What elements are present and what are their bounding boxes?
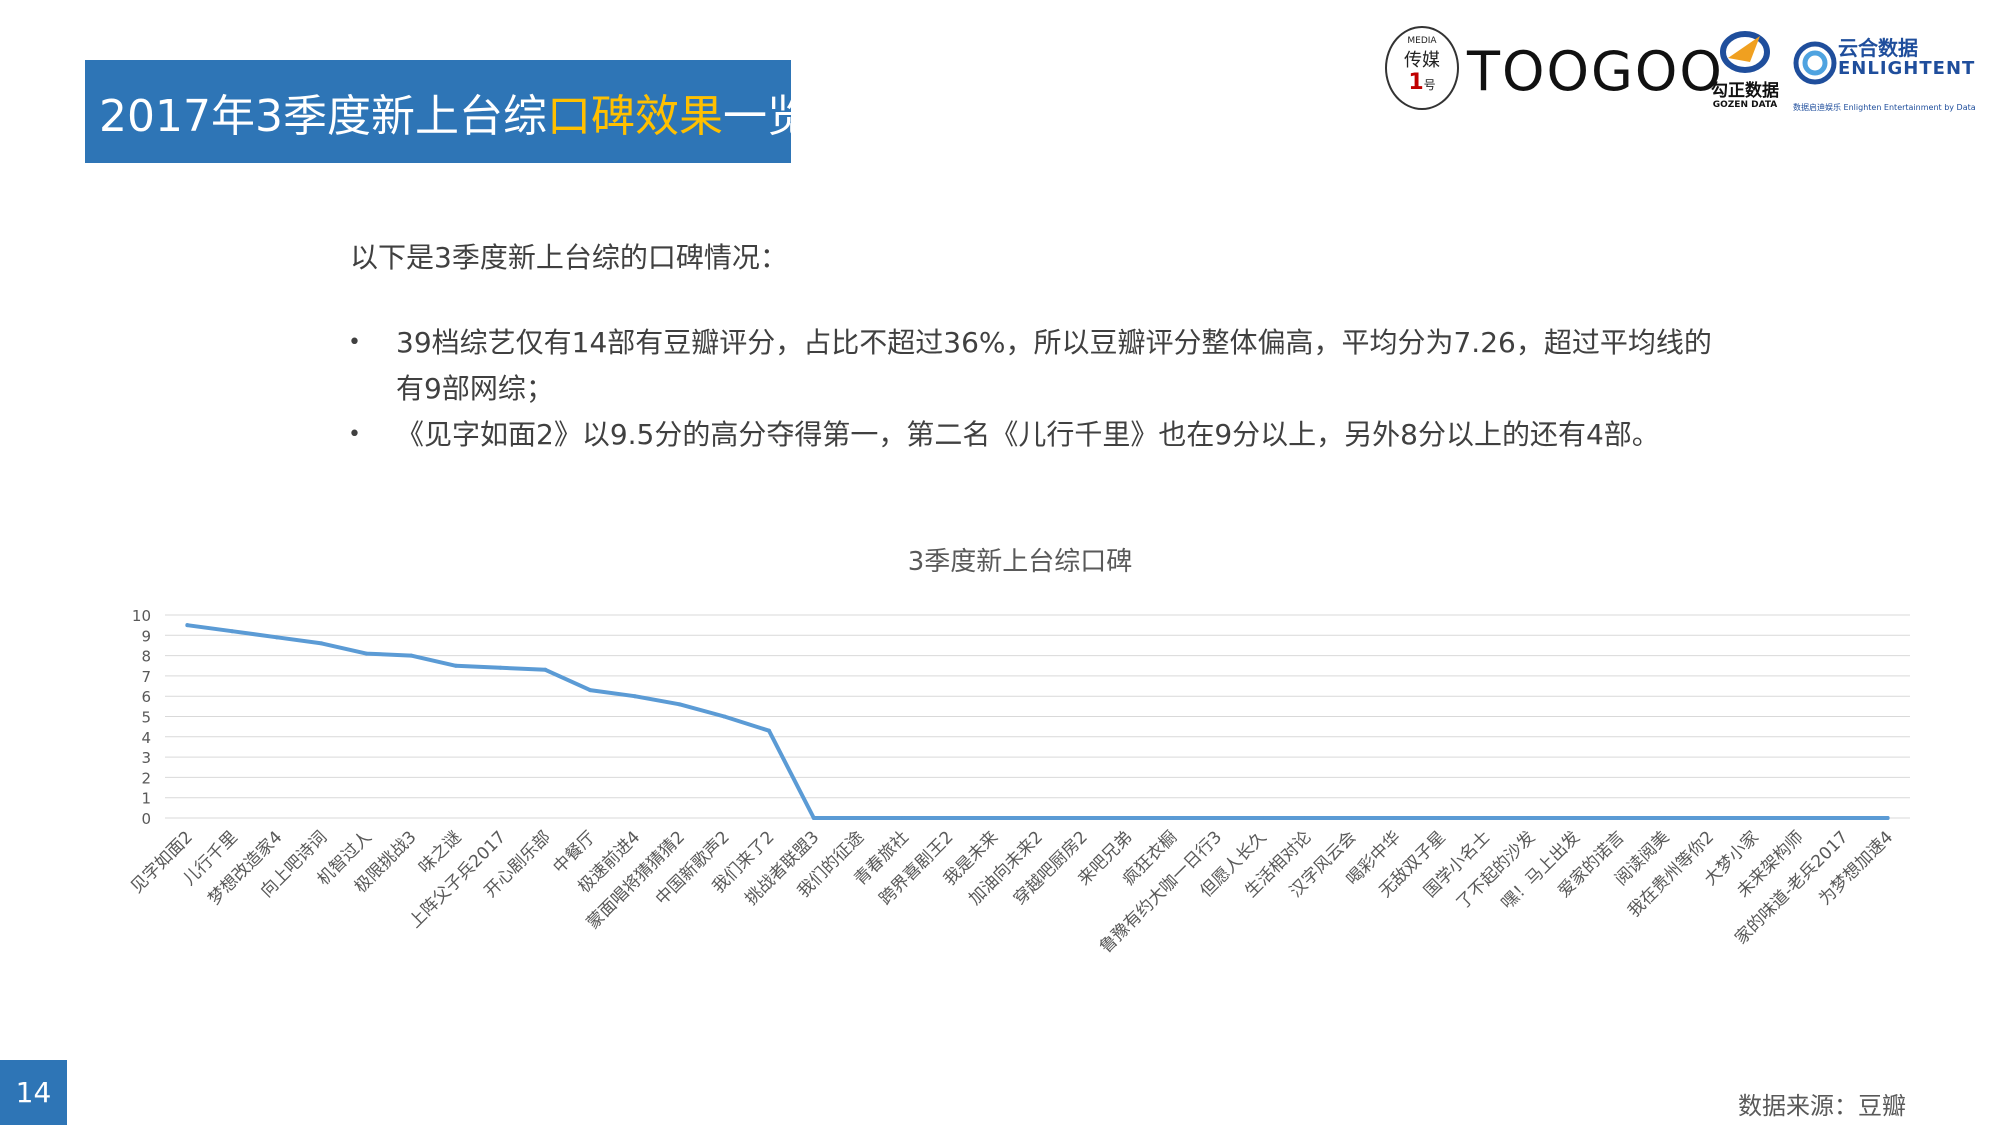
data-point xyxy=(453,663,458,668)
page-title: 2017年3季度新上台综 口碑效果 一览 xyxy=(85,60,811,163)
data-point xyxy=(767,728,772,733)
data-point xyxy=(1348,816,1353,820)
data-point xyxy=(409,653,414,658)
data-point xyxy=(1259,816,1264,820)
data-point xyxy=(722,714,727,719)
title-highlight: 口碑效果 xyxy=(546,90,723,142)
data-point xyxy=(319,641,324,646)
bullet-text: 39档综艺仅有14部有豆瓣评分，占比不超过36%，所以豆瓣评分整体偏高，平均分为… xyxy=(396,326,1712,405)
enlighten-logo: 云合数据 ENLIGHTENT 数据启迪娱乐 Enlighten Enterta… xyxy=(1793,32,1993,118)
data-point xyxy=(1572,816,1577,820)
y-tick-label: 2 xyxy=(141,769,151,787)
ratings-line-chart: 3季度新上台综口碑012345678910见字如面2儿行千里梦想改造家4向上吧诗… xyxy=(127,547,1910,957)
data-point xyxy=(1438,816,1443,820)
y-tick-label: 6 xyxy=(141,688,151,706)
bullet-item: • 《见字如面2》以9.5分的高分夺得第一，第二名《儿行千里》也在9分以上，另外… xyxy=(348,412,1728,458)
enlighten-logo-en: ENLIGHTENT xyxy=(1838,58,1976,79)
data-point xyxy=(543,667,548,672)
y-tick-label: 7 xyxy=(141,668,151,686)
media-logo-hao: 号 xyxy=(1423,78,1436,92)
y-tick-label: 0 xyxy=(141,810,151,828)
gozen-logo-en: GOZEN DATA xyxy=(1712,100,1778,110)
partner-logos: MEDIA 传媒 1号 TOOGOO 勾正数据 GOZEN DATA 云合数据 … xyxy=(1375,18,1987,118)
data-point xyxy=(1169,816,1174,820)
bullet-text: 《见字如面2》以9.5分的高分夺得第一，第二名《儿行千里》也在9分以上，另外8分… xyxy=(396,418,1660,451)
data-point xyxy=(588,688,593,693)
intro-text: 以下是3季度新上台综的口碑情况： xyxy=(350,241,788,274)
page-number: 14 xyxy=(0,1060,67,1125)
gozen-logo-cn: 勾正数据 xyxy=(1711,81,1779,101)
data-point xyxy=(1035,816,1040,820)
data-point xyxy=(1482,816,1487,820)
data-point xyxy=(1751,816,1756,820)
data-point xyxy=(274,635,279,640)
data-point xyxy=(990,816,995,820)
data-point xyxy=(1661,816,1666,820)
data-source: 数据来源：豆瓣 xyxy=(1738,1092,1906,1120)
media-logo-small-text: MEDIA xyxy=(1407,36,1437,46)
data-point xyxy=(1214,816,1219,820)
media-logo-number: 1号 xyxy=(1387,72,1457,96)
media-logo-cn: 传媒 xyxy=(1404,50,1440,71)
bullet-marker: • xyxy=(348,330,361,355)
gozen-logo: 勾正数据 GOZEN DATA xyxy=(1705,28,1785,114)
data-point xyxy=(1080,816,1085,820)
data-point xyxy=(185,623,190,628)
data-point xyxy=(1617,816,1622,820)
enlighten-mark-icon xyxy=(1793,41,1837,85)
x-tick-label: 见字如面2 xyxy=(127,827,197,897)
media-1-logo: MEDIA 传媒 1号 xyxy=(1385,26,1459,110)
data-point xyxy=(677,702,682,707)
data-point xyxy=(1527,816,1532,820)
y-tick-label: 4 xyxy=(141,729,151,747)
y-tick-label: 10 xyxy=(132,607,151,625)
data-point xyxy=(901,816,906,820)
data-point xyxy=(1840,816,1845,820)
data-point xyxy=(364,651,369,656)
bullet-item: • 39档综艺仅有14部有豆瓣评分，占比不超过36%，所以豆瓣评分整体偏高，平均… xyxy=(348,320,1728,412)
y-tick-label: 1 xyxy=(141,790,151,808)
data-point xyxy=(632,694,637,699)
enlighten-logo-sub: 数据启迪娱乐 Enlighten Entertainment by Data xyxy=(1793,103,1976,112)
data-point xyxy=(1393,816,1398,820)
chart-title: 3季度新上台综口碑 xyxy=(908,547,1133,577)
bullet-list: • 39档综艺仅有14部有豆瓣评分，占比不超过36%，所以豆瓣评分整体偏高，平均… xyxy=(348,320,1728,458)
bullet-marker: • xyxy=(348,422,361,447)
data-point xyxy=(1796,816,1801,820)
y-tick-label: 5 xyxy=(141,709,151,727)
data-point xyxy=(811,816,816,820)
gozen-mark-icon xyxy=(1720,31,1770,73)
data-point xyxy=(856,816,861,820)
media-logo-num: 1 xyxy=(1408,70,1424,95)
series-line xyxy=(185,623,1890,820)
title-part2: 一览 xyxy=(722,90,811,142)
data-point xyxy=(498,665,503,670)
data-point xyxy=(1124,816,1129,820)
enlighten-logo-cn: 云合数据 xyxy=(1838,36,1918,60)
y-tick-label: 3 xyxy=(141,749,151,767)
y-tick-label: 8 xyxy=(141,648,151,666)
data-point xyxy=(1885,816,1890,820)
data-point xyxy=(946,816,951,820)
data-point xyxy=(1303,816,1308,820)
data-point xyxy=(230,629,235,634)
y-tick-label: 9 xyxy=(141,627,151,645)
toogoo-logo: TOOGOO xyxy=(1467,40,1724,103)
title-part1: 2017年3季度新上台综 xyxy=(99,90,547,142)
data-point xyxy=(1706,816,1711,820)
